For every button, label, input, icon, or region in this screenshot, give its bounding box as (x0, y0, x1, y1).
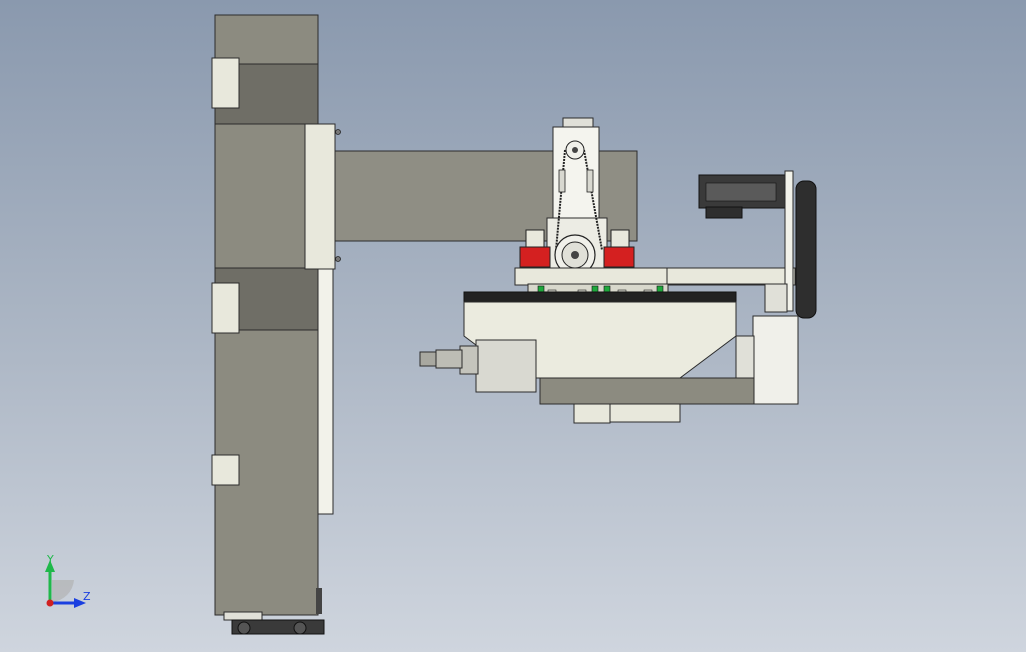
vertical-column[interactable] (211, 14, 341, 635)
z-axis-label: Z (83, 590, 91, 603)
graphics-viewport[interactable]: Y Z (0, 0, 1026, 652)
spindle-housing[interactable] (419, 291, 799, 424)
coordinate-triad: Y Z (45, 553, 91, 608)
cad-model-view[interactable]: Y Z (0, 0, 1026, 652)
y-axis-label: Y (46, 553, 54, 566)
triad-plane-icon (52, 580, 74, 602)
triad-origin-icon (46, 599, 54, 607)
